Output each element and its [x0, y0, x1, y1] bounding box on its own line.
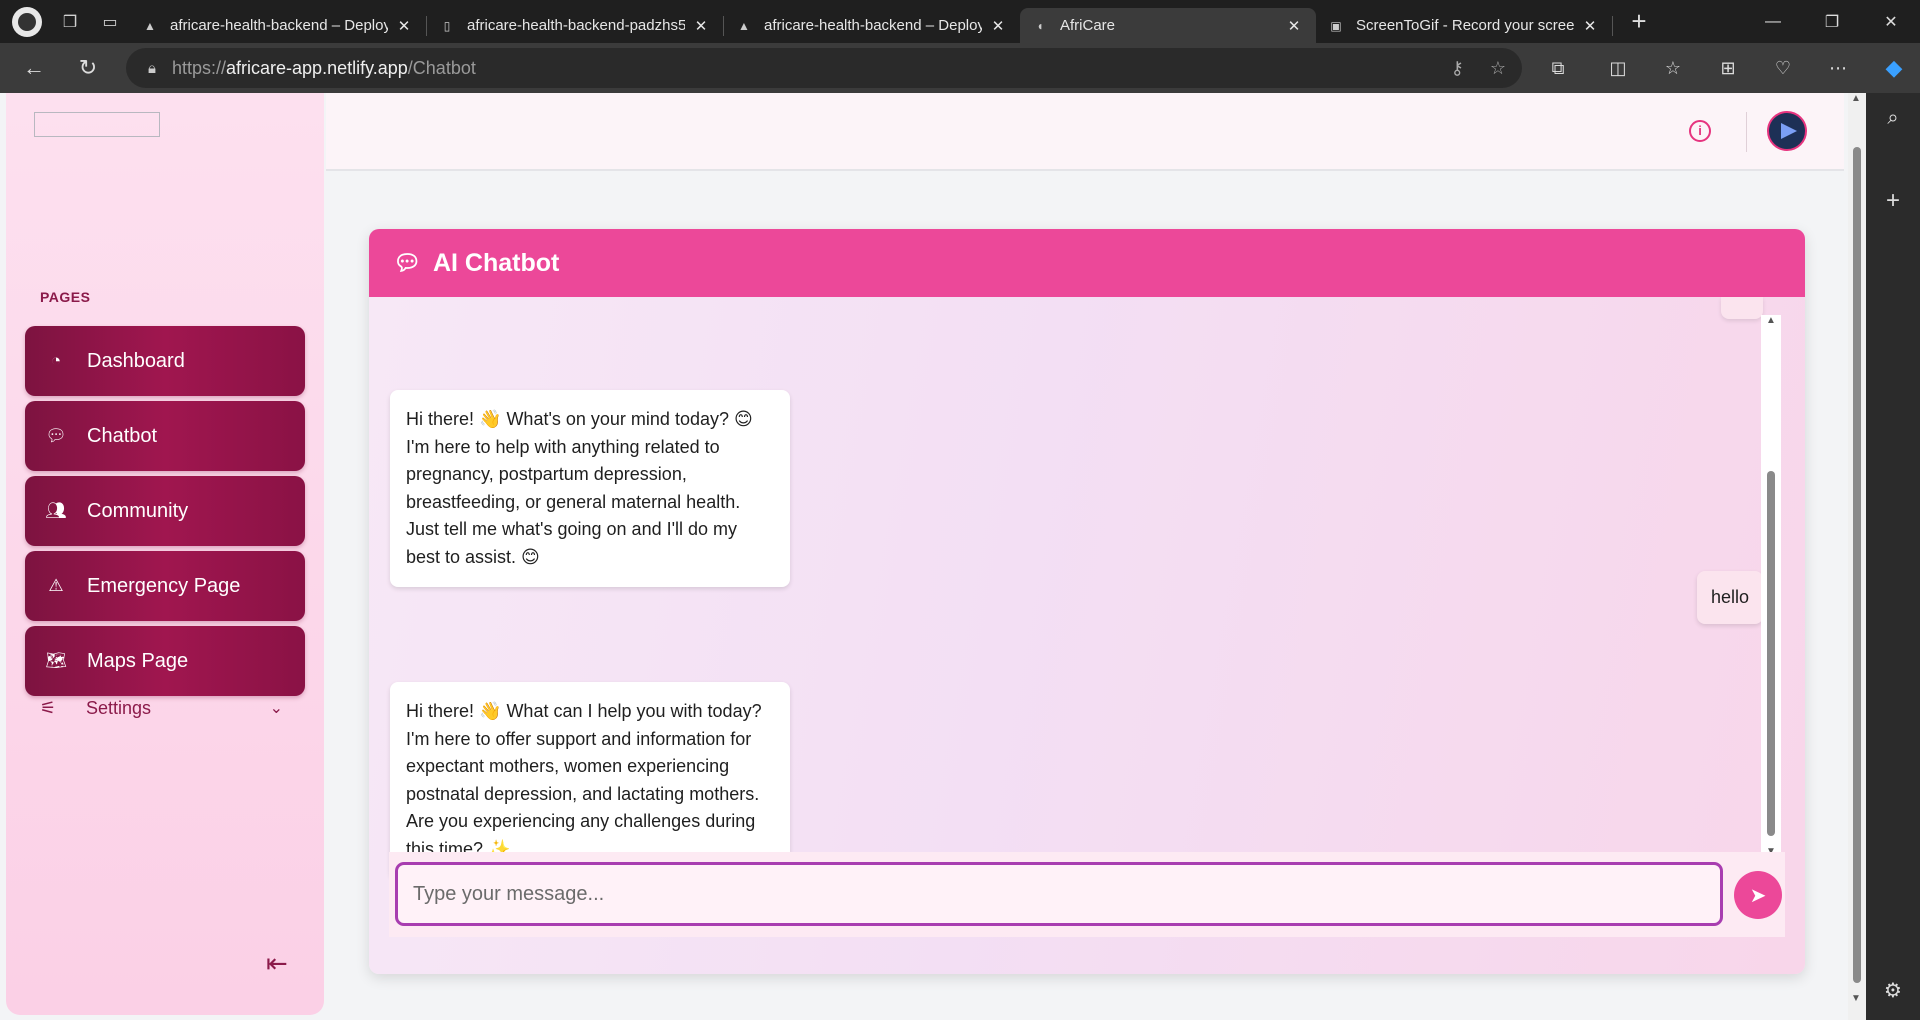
settings-gear-icon[interactable]: ⚙: [1866, 978, 1920, 1003]
lock-icon[interactable]: 🔒︎: [148, 60, 156, 77]
close-icon[interactable]: ✕: [988, 17, 1008, 35]
vertical-tabs-icon[interactable]: ▭: [90, 0, 130, 43]
sidebar-section-label: PAGES: [40, 289, 91, 305]
send-button[interactable]: ➤: [1734, 871, 1782, 919]
refresh-icon[interactable]: ↻: [64, 48, 112, 88]
browser-tab-bar: ❒ ▭ ▲ africare-health-backend – Deploy ✕…: [0, 0, 1920, 43]
browser-tab-1[interactable]: ▲ africare-health-backend – Deploy ✕: [130, 8, 426, 43]
sidebar-item-label: Emergency Page: [87, 574, 241, 597]
chat-bubble-icon: 💬︎: [393, 250, 421, 275]
chatbot-header: 💬︎ AI Chatbot: [369, 229, 1805, 297]
sidebar-item-label: Dashboard: [87, 349, 185, 372]
browser-profile-icon[interactable]: [12, 6, 42, 37]
info-icon[interactable]: i: [1689, 120, 1711, 142]
message-scrollbar[interactable]: ▲ ▼: [1761, 315, 1781, 860]
extensions-icon[interactable]: ⧉: [1538, 48, 1578, 88]
tab-title: africare-health-backend – Deploy: [764, 17, 982, 34]
app-logo[interactable]: [34, 112, 160, 137]
chatbot-card: 💬︎ AI Chatbot Hi there! 👋 What's on your…: [369, 229, 1805, 974]
minimize-button[interactable]: —: [1744, 0, 1802, 43]
tab-title: africare-health-backend-padzhs5c: [467, 17, 685, 34]
browser-tab-4-active[interactable]: ◖ AfriCare ✕: [1020, 8, 1316, 43]
close-icon[interactable]: ✕: [691, 17, 711, 35]
bot-message: Hi there! 👋 What's on your mind today? 😊…: [390, 390, 790, 587]
sidebar-item-label: Community: [87, 499, 189, 522]
message-list[interactable]: Hi there! 👋 What's on your mind today? 😊…: [369, 297, 1805, 879]
browser-essentials-icon[interactable]: ♡: [1763, 48, 1803, 88]
app-sidebar: PAGES ◔ Dashboard 💬︎ Chatbot 👥︎ Communit…: [6, 93, 324, 1015]
browser-tab-5[interactable]: ▣ ScreenToGif - Record your screen ✕: [1316, 8, 1612, 43]
tab-title: africare-health-backend – Deploy: [170, 17, 388, 34]
add-icon[interactable]: +: [1866, 187, 1920, 215]
search-icon[interactable]: ⌕: [1866, 107, 1920, 130]
message-input[interactable]: [395, 862, 1723, 926]
screentogif-icon: ▣: [1330, 18, 1342, 33]
scroll-up-arrow-icon[interactable]: ▲: [1766, 315, 1776, 326]
tab-separator: [1612, 15, 1613, 36]
back-arrow-icon[interactable]: ←: [10, 48, 58, 88]
more-menu-icon[interactable]: ⋯: [1818, 48, 1858, 88]
browser-side-panel: ⌕ + ⚙: [1866, 93, 1920, 1020]
sidebar-item-label: Settings: [86, 697, 152, 718]
new-tab-button[interactable]: +: [1619, 0, 1659, 43]
africa-icon: ◖: [1036, 18, 1044, 33]
address-bar[interactable]: 🔒︎ https://africare-app.netlify.app/Chat…: [126, 48, 1522, 88]
url-host: africare-app.netlify.app: [226, 57, 408, 78]
sidebar-item-emergency[interactable]: ⚠︎ Emergency Page: [25, 551, 305, 621]
avatar[interactable]: [1767, 111, 1807, 151]
chevron-down-icon: ⌄: [269, 700, 283, 717]
favorite-star-icon[interactable]: ☆: [1490, 58, 1506, 79]
triangle-icon: ▲: [738, 18, 750, 33]
warning-icon: ⚠︎: [48, 576, 64, 595]
url-path: /Chatbot: [407, 57, 476, 78]
play-logo-icon: [1781, 123, 1797, 139]
favorites-icon[interactable]: ☆: [1653, 48, 1693, 88]
copilot-icon[interactable]: ◆: [1874, 48, 1914, 88]
sidebar-item-label: Maps Page: [87, 649, 189, 672]
chatbot-title: AI Chatbot: [432, 248, 560, 277]
page-viewport: PAGES ◔ Dashboard 💬︎ Chatbot 👥︎ Communit…: [0, 93, 1848, 1020]
url-scheme: https://: [171, 57, 227, 78]
header-divider: [1746, 112, 1747, 152]
chat-bubbles-icon: 💬︎: [45, 426, 67, 445]
sidebar-item-settings[interactable]: ⚟ Settings ⌄: [40, 691, 295, 725]
triangle-icon: ▲: [144, 18, 156, 33]
users-icon: 👥︎: [45, 501, 67, 520]
close-icon[interactable]: ✕: [1580, 17, 1600, 35]
browser-tab-2[interactable]: ▯ africare-health-backend-padzhs5c ✕: [427, 8, 723, 43]
browser-tab-3[interactable]: ▲ africare-health-backend – Deploy ✕: [724, 8, 1020, 43]
scrollbar-thumb[interactable]: [1767, 471, 1775, 836]
sidebar-item-community[interactable]: 👥︎ Community: [25, 476, 305, 546]
message-composer: ➤: [389, 852, 1785, 937]
top-header: i: [326, 93, 1844, 171]
paper-plane-icon: ➤: [1749, 884, 1767, 907]
close-icon[interactable]: ✕: [1284, 17, 1304, 35]
tab-title: AfriCare: [1060, 17, 1116, 34]
collapse-sidebar-icon[interactable]: ⇤: [266, 948, 288, 979]
workspaces-icon[interactable]: ❒: [50, 0, 90, 43]
dashboard-gauge-icon: ◔: [50, 351, 62, 370]
sidebar-item-maps[interactable]: 🗺︎ Maps Page: [25, 626, 305, 696]
sidebar-item-label: Chatbot: [87, 424, 158, 447]
restore-button[interactable]: ❐: [1803, 0, 1861, 43]
sliders-icon: ⚟: [40, 697, 57, 718]
scroll-down-arrow-icon[interactable]: ▼: [1851, 993, 1861, 1004]
page-scrollbar[interactable]: ▲ ▼: [1848, 93, 1866, 1020]
sidebar-item-dashboard[interactable]: ◔ Dashboard: [25, 326, 305, 396]
key-icon[interactable]: ⚷: [1451, 58, 1464, 79]
scroll-up-arrow-icon[interactable]: ▲: [1851, 93, 1861, 104]
page-icon: ▯: [443, 18, 451, 33]
browser-toolbar: ← ↻ 🔒︎ https://africare-app.netlify.app /…: [0, 43, 1920, 93]
split-screen-icon[interactable]: ◫: [1598, 48, 1638, 88]
window-close-button[interactable]: ✕: [1862, 0, 1920, 43]
previous-message-stub: [1721, 297, 1763, 319]
scrollbar-thumb[interactable]: [1853, 147, 1861, 983]
close-icon[interactable]: ✕: [394, 17, 414, 35]
collections-icon[interactable]: ⊞: [1708, 48, 1748, 88]
tab-title: ScreenToGif - Record your screen: [1356, 17, 1574, 34]
user-message: hello: [1696, 571, 1763, 624]
bot-message: Hi there! 👋 What can I help you with tod…: [390, 682, 790, 879]
map-icon: 🗺︎: [45, 651, 67, 670]
sidebar-item-chatbot[interactable]: 💬︎ Chatbot: [25, 401, 305, 471]
